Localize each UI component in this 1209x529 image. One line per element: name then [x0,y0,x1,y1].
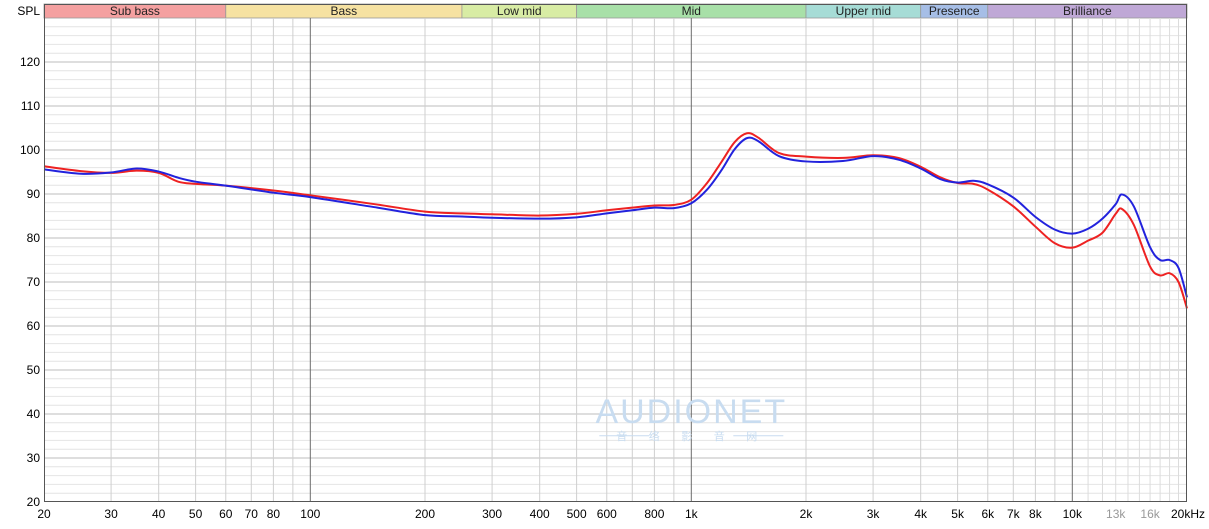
frequency-response-chart: Sub bass Bass Low mid Mid Upper mid Presence B… [17,3,1205,521]
band-label: Brilliance [1063,4,1112,18]
y-tick-label: 30 [27,451,41,465]
x-tick-label: 3k [867,507,881,521]
x-tick-label: 20kHz [1171,507,1205,521]
band-label: Sub bass [110,4,160,18]
y-tick-label: 40 [27,407,41,421]
x-tick-label: 2k [800,507,814,521]
x-tick-label: 16k [1140,507,1160,521]
x-tick-label: 8k [1029,507,1043,521]
x-tick-label: 40 [152,507,166,521]
x-tick-label: 4k [914,507,928,521]
y-tick-label: 60 [27,319,41,333]
x-tick-label: 800 [644,507,664,521]
x-tick-label: 70 [245,507,259,521]
y-tick-label: 100 [20,143,40,157]
band-label: Upper mid [836,4,891,18]
watermark-logo: AUDIONET [595,393,787,431]
band-label: Presence [929,4,980,18]
y-tick-label: 50 [27,363,41,377]
y-tick-label: 120 [20,55,40,69]
watermark: AUDIONET 音 络 影 音 网 [595,393,787,443]
x-tick-label: 300 [482,507,502,521]
x-tick-label: 400 [530,507,550,521]
band-label: Bass [331,4,358,18]
y-tick-label: 80 [27,231,41,245]
y-axis: SPL 2030405060708090100110120 [17,4,40,509]
x-tick-label: 7k [1007,507,1021,521]
x-tick-label: 6k [981,507,995,521]
band-label: Mid [682,4,701,18]
band-label: Low mid [497,4,542,18]
frequency-bands: Sub bass Bass Low mid Mid Upper mid Presence B… [43,3,1188,19]
x-tick-label: 5k [951,507,965,521]
y-tick-label: 110 [21,99,40,113]
x-axis: 20 30 40 50 60 70 80 100 200 300 400 500 600 800 1k 2k 3… [37,507,1205,521]
x-tick-label: 200 [415,507,435,521]
x-tick-label: 50 [189,507,203,521]
x-tick-label: 60 [219,507,233,521]
y-axis-label: SPL [17,4,40,18]
x-tick-label: 600 [597,507,617,521]
x-tick-label: 13k [1106,507,1126,521]
y-tick-label: 90 [27,187,41,201]
x-tick-label: 500 [567,507,587,521]
x-tick-label: 10k [1063,507,1083,521]
x-tick-label: 80 [267,507,281,521]
x-tick-label: 1k [685,507,699,521]
x-tick-label: 20 [37,507,51,521]
y-tick-label: 70 [27,275,41,289]
x-tick-label: 30 [104,507,118,521]
x-tick-label: 100 [300,507,320,521]
